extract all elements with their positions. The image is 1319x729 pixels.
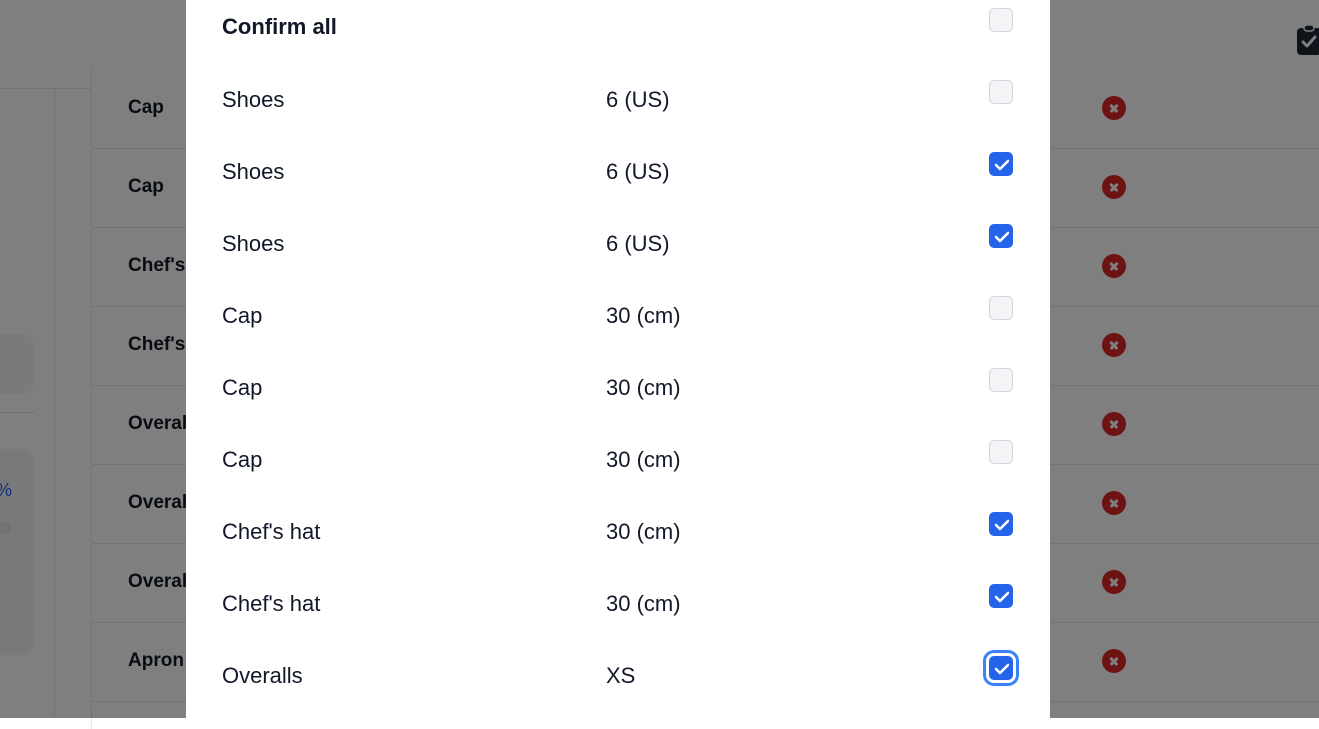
item-name: Chef's hat bbox=[222, 519, 321, 544]
item-size: 6 (US) bbox=[606, 231, 670, 256]
item-checkbox[interactable] bbox=[989, 152, 1013, 176]
item-checkbox[interactable] bbox=[989, 584, 1013, 608]
list-item: Chef's hat 30 (cm) bbox=[186, 576, 1050, 648]
list-item: Cap 30 (cm) bbox=[186, 288, 1050, 360]
confirm-all-row: Confirm all bbox=[186, 0, 1050, 72]
item-name: Shoes bbox=[222, 87, 285, 112]
list-item: Shoes 6 (US) bbox=[186, 144, 1050, 216]
list-item: Cap 30 (cm) bbox=[186, 432, 1050, 504]
list-item: Shoes 6 (US) bbox=[186, 216, 1050, 288]
item-size: 6 (US) bbox=[606, 159, 670, 184]
list-item: Chef's hat 30 (cm) bbox=[186, 504, 1050, 576]
item-checkbox[interactable] bbox=[989, 296, 1013, 320]
item-checkbox[interactable] bbox=[989, 224, 1013, 248]
check-icon bbox=[994, 519, 1010, 531]
list-item: Overalls XS bbox=[186, 648, 1050, 720]
item-size: 6 (US) bbox=[606, 87, 670, 112]
item-name: Overalls bbox=[222, 663, 303, 688]
confirm-all-label: Confirm all bbox=[222, 14, 337, 39]
item-size: 30 (cm) bbox=[606, 303, 681, 328]
list-item: Cap 30 (cm) bbox=[186, 360, 1050, 432]
item-checkbox[interactable] bbox=[989, 656, 1013, 680]
item-checkbox[interactable] bbox=[989, 440, 1013, 464]
check-icon bbox=[994, 591, 1010, 603]
item-checkbox[interactable] bbox=[989, 368, 1013, 392]
item-name: Cap bbox=[222, 375, 263, 400]
confirm-modal: Confirm all Shoes 6 (US) Shoes 6 (US) Sh… bbox=[186, 0, 1050, 718]
item-checkbox[interactable] bbox=[989, 512, 1013, 536]
check-icon bbox=[994, 663, 1010, 675]
item-name: Cap bbox=[222, 303, 263, 328]
confirm-all-checkbox[interactable] bbox=[989, 8, 1013, 32]
item-checkbox[interactable] bbox=[989, 80, 1013, 104]
item-name: Shoes bbox=[222, 159, 285, 184]
check-icon bbox=[994, 159, 1010, 171]
item-size: 30 (cm) bbox=[606, 591, 681, 616]
item-size: 30 (cm) bbox=[606, 519, 681, 544]
list-item: Shoes 6 (US) bbox=[186, 72, 1050, 144]
item-name: Cap bbox=[222, 447, 263, 472]
item-size: 30 (cm) bbox=[606, 375, 681, 400]
item-size: XS bbox=[606, 663, 636, 688]
item-name: Chef's hat bbox=[222, 591, 321, 616]
item-name: Shoes bbox=[222, 231, 285, 256]
check-icon bbox=[994, 231, 1010, 243]
item-size: 30 (cm) bbox=[606, 447, 681, 472]
